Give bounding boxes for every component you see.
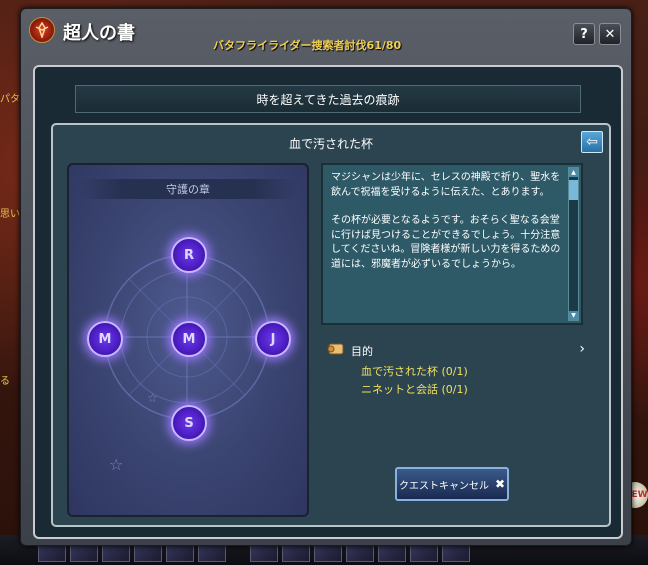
back-arrow-icon[interactable]: ⇦: [581, 131, 603, 153]
quest-book-window: 超人の書 バタフライライダー捜索者討伐61/80 ? ✕ 時を超えてきた過去の痕…: [20, 8, 632, 546]
objective-item: 血で汚された杯 (0/1): [361, 365, 468, 378]
quest-title: 血で汚された杯: [288, 137, 373, 151]
scroll-icon: [327, 343, 344, 355]
cancel-button-label: クエストキャンセル: [398, 480, 489, 492]
background-text: 思い: [0, 209, 20, 220]
rune-bottom[interactable]: S: [171, 405, 207, 441]
section-title: 時を超えてきた過去の痕跡: [75, 85, 581, 113]
close-icon: ✖: [494, 477, 506, 491]
description-paragraph: マジシャンは少年に、セレスの神殿で祈り、聖水を飲んで祝福を受けるように伝えた、と…: [331, 172, 561, 198]
quest-description-box: マジシャンは少年に、セレスの神殿で祈り、聖水を飲んで祝福を受けるように伝えた、と…: [321, 163, 583, 325]
book-emblem-icon: [29, 17, 55, 43]
description-scrollbar[interactable]: ▲ ▼: [568, 167, 579, 321]
star-icon: ☆: [147, 391, 158, 405]
objective-item: ニネットと会話 (0/1): [361, 383, 468, 396]
window-titlebar[interactable]: 超人の書 バタフライライダー捜索者討伐61/80 ? ✕: [21, 9, 631, 52]
rune-left[interactable]: M: [87, 321, 123, 357]
description-paragraph: その杯が必要となるようです。おそらく聖なる会堂に行けば見つけることができるでしょ…: [331, 215, 561, 270]
quest-cancel-button[interactable]: クエストキャンセル ✖: [395, 467, 509, 501]
quest-detail-panel: 血で汚された杯 ⇦ 守護の章 R M M J S ☆ ☆ マジシャンは少年に、セ…: [51, 123, 611, 527]
quest-description: マジシャンは少年に、セレスの神殿で祈り、聖水を飲んで祝福を受けるように伝えた、と…: [331, 171, 563, 286]
scroll-up-icon[interactable]: ▲: [569, 168, 578, 177]
rune-right[interactable]: J: [255, 321, 291, 357]
quest-outer-panel: 時を超えてきた過去の痕跡 血で汚された杯 ⇦ 守護の章 R M M J S ☆ …: [33, 65, 623, 539]
close-button[interactable]: ✕: [599, 23, 621, 45]
background-text: る: [0, 376, 10, 387]
rune-center[interactable]: M: [171, 321, 207, 357]
star-icon: ☆: [109, 455, 124, 474]
rune-top[interactable]: R: [171, 237, 207, 273]
scroll-down-icon[interactable]: ▼: [569, 311, 578, 320]
objective-label: 目的: [351, 345, 373, 358]
scroll-thumb[interactable]: [569, 180, 578, 200]
help-button[interactable]: ?: [573, 23, 595, 45]
chevron-right-icon[interactable]: ›: [579, 341, 585, 357]
quest-progress-text: バタフライライダー捜索者討伐61/80: [213, 39, 402, 52]
window-title: 超人の書: [63, 23, 135, 44]
rune-panel: 守護の章 R M M J S ☆ ☆: [67, 163, 309, 517]
